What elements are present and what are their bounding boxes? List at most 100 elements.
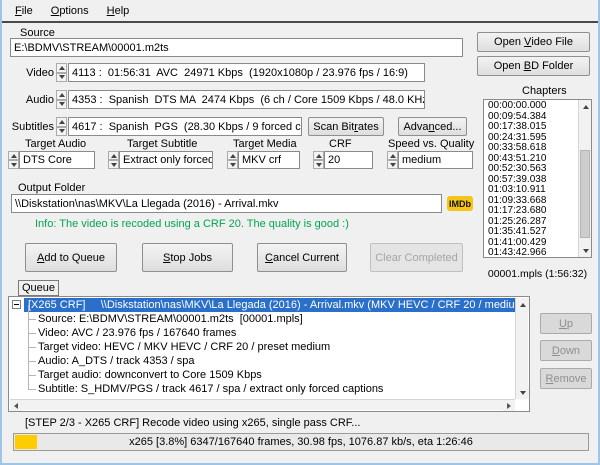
- queue-horizontal-scrollbar[interactable]: [10, 399, 515, 410]
- source-input[interactable]: E:\BDMV\STREAM\00001.m2ts: [10, 38, 463, 57]
- subtitles-label: Subtitles: [0, 121, 54, 133]
- step-status-text: [STEP 2/3 - X265 CRF] Recode video using…: [25, 417, 360, 429]
- target-audio-label: Target Audio: [25, 138, 86, 150]
- subtitles-track-field[interactable]: 4617 : Spanish PGS (28.30 Kbps / 9 force…: [68, 117, 302, 136]
- scrollbar-thumb[interactable]: [580, 150, 590, 238]
- target-subtitle-spinner[interactable]: [108, 151, 119, 169]
- chapter-items: 00:00:00.000 00:09:54.384 00:17:38.015 0…: [484, 101, 577, 258]
- chapter-item[interactable]: 01:35:41.527: [484, 227, 577, 238]
- target-subtitle-label: Target Subtitle: [127, 138, 197, 150]
- queue-label: Queue: [18, 280, 59, 296]
- spin-up-icon: [111, 154, 117, 158]
- chapter-item[interactable]: 01:03:10.911: [484, 185, 577, 196]
- subtitles-track-spinner[interactable]: [56, 117, 67, 136]
- queue-tree[interactable]: [X265 CRF] \\Diskstation\nas\MKV\La Lleg…: [8, 296, 530, 412]
- stop-jobs-button[interactable]: Stop Jobs: [142, 243, 233, 272]
- queue-detail-text: Subtitle: S_HDMV/PGS / track 4617 / spa …: [38, 383, 383, 395]
- target-media-spinner[interactable]: [227, 151, 238, 169]
- spin-up-icon: [59, 120, 65, 124]
- menu-file[interactable]: File: [6, 2, 42, 20]
- queue-detail-text: Target video: HEVC / MKV HEVC / CRF 20 /…: [38, 341, 330, 353]
- playlist-duration-label: 00001.mpls (1:56:32): [483, 268, 592, 280]
- menu-separator: [0, 21, 600, 23]
- audio-track-spinner[interactable]: [56, 90, 67, 109]
- chapter-item[interactable]: 01:17:23.680: [484, 206, 577, 217]
- crf-label: CRF: [329, 138, 352, 150]
- encode-progress-bar: x265 [3.8%] 6347/167640 frames, 30.98 fp…: [13, 433, 589, 451]
- crf-field[interactable]: 20: [324, 151, 373, 169]
- audio-track-field[interactable]: 4353 : Spanish DTS MA 2474 Kbps (6 ch / …: [68, 90, 425, 109]
- chapters-scrollbar[interactable]: [578, 100, 591, 257]
- add-to-queue-button[interactable]: Add to Queue: [25, 243, 117, 272]
- collapse-icon[interactable]: [12, 300, 21, 309]
- menu-help[interactable]: Help: [98, 2, 139, 20]
- crf-spinner[interactable]: [313, 151, 324, 169]
- queue-up-button[interactable]: Up: [540, 313, 592, 334]
- advanced-button[interactable]: Advanced...: [398, 117, 467, 136]
- scan-bitrates-button[interactable]: Scan Bitrates: [308, 117, 384, 136]
- queue-detail-text: Target audio: downconvert to Core 1509 K…: [38, 369, 262, 381]
- chapter-item[interactable]: 00:52:30.563: [484, 164, 577, 175]
- queue-vertical-scrollbar[interactable]: [515, 298, 528, 399]
- scroll-down-icon[interactable]: [516, 386, 529, 399]
- chapter-item[interactable]: 01:43:42.966: [484, 248, 577, 258]
- output-folder-value: \\Diskstation\nas\MKV\La Llegada (2016) …: [15, 198, 279, 210]
- queue-detail-row[interactable]: Target video: HEVC / MKV HEVC / CRF 20 /…: [9, 340, 515, 354]
- target-audio-field[interactable]: DTS Core: [19, 151, 95, 169]
- target-audio-spinner[interactable]: [8, 151, 19, 169]
- queue-down-button[interactable]: Down: [540, 340, 592, 361]
- video-track-field[interactable]: 4113 : 01:56:31 AVC 24971 Kbps (1920x108…: [68, 63, 425, 82]
- spin-up-icon: [316, 154, 322, 158]
- chapters-list[interactable]: 00:00:00.000 00:09:54.384 00:17:38.015 0…: [483, 99, 592, 258]
- target-subtitle-value: Extract only forced: [123, 154, 213, 166]
- spin-up-icon: [390, 154, 396, 158]
- menu-bar: File Options Help: [2, 0, 598, 21]
- scroll-left-icon[interactable]: [10, 400, 22, 411]
- target-media-label: Target Media: [233, 138, 297, 150]
- open-bd-folder-button[interactable]: Open BD Folder: [477, 56, 590, 76]
- queue-detail-row[interactable]: Video: AVC / 23.976 fps / 167640 frames: [9, 326, 515, 340]
- spin-down-icon: [111, 163, 117, 167]
- audio-label: Audio: [0, 94, 54, 106]
- spin-up-icon: [230, 154, 236, 158]
- queue-detail-text: Video: AVC / 23.976 fps / 167640 frames: [38, 327, 236, 339]
- scroll-up-icon[interactable]: [579, 100, 592, 113]
- queue-remove-button[interactable]: Remove: [540, 368, 592, 389]
- chapter-item[interactable]: 00:00:00.000: [484, 101, 577, 112]
- spin-up-icon: [59, 93, 65, 97]
- spin-down-icon: [11, 163, 17, 167]
- spin-down-icon: [59, 102, 65, 106]
- video-track-spinner[interactable]: [56, 63, 67, 82]
- chapters-label: Chapters: [522, 85, 567, 97]
- target-subtitle-field[interactable]: Extract only forced: [119, 151, 213, 169]
- target-media-value: MKV crf: [242, 154, 281, 166]
- speed-quality-label: Speed vs. Quality: [388, 138, 474, 150]
- cancel-current-button[interactable]: Cancel Current: [257, 243, 347, 272]
- chapter-item[interactable]: 00:17:38.015: [484, 122, 577, 133]
- chapter-item[interactable]: 00:33:58.618: [484, 143, 577, 154]
- queue-detail-row[interactable]: Source: E:\BDMV\STREAM\00001.m2ts [00001…: [9, 312, 515, 326]
- scroll-down-icon[interactable]: [579, 244, 592, 257]
- output-folder-input[interactable]: \\Diskstation\nas\MKV\La Llegada (2016) …: [11, 194, 442, 213]
- scroll-up-icon[interactable]: [516, 298, 529, 311]
- queue-detail-row[interactable]: Subtitle: S_HDMV/PGS / track 4617 / spa …: [9, 382, 515, 396]
- speed-quality-spinner[interactable]: [387, 151, 398, 169]
- queue-detail-row[interactable]: Audio: A_DTS / track 4353 / spa: [9, 354, 515, 368]
- source-value: E:\BDMV\STREAM\00001.m2ts: [14, 42, 169, 54]
- subtitles-track-value: 4617 : Spanish PGS (28.30 Kbps / 9 force…: [72, 121, 302, 133]
- queue-detail-row[interactable]: Target audio: downconvert to Core 1509 K…: [9, 368, 515, 382]
- menu-options[interactable]: Options: [42, 2, 98, 20]
- scroll-right-icon[interactable]: [503, 400, 515, 411]
- progress-text: x265 [3.8%] 6347/167640 frames, 30.98 fp…: [14, 434, 588, 450]
- clear-completed-button[interactable]: Clear Completed: [370, 243, 463, 272]
- target-media-field[interactable]: MKV crf: [238, 151, 300, 169]
- spin-up-icon: [11, 154, 17, 158]
- spin-down-icon: [59, 75, 65, 79]
- window-border: [0, 0, 2, 465]
- queue-job-row-selected[interactable]: [X265 CRF] \\Diskstation\nas\MKV\La Lleg…: [24, 298, 515, 312]
- video-label: Video: [0, 67, 54, 79]
- imdb-button[interactable]: IMDb: [447, 196, 473, 211]
- audio-track-value: 4353 : Spanish DTS MA 2474 Kbps (6 ch / …: [72, 94, 425, 106]
- speed-quality-field[interactable]: medium: [398, 151, 473, 169]
- open-video-file-button[interactable]: Open Video File: [477, 32, 590, 52]
